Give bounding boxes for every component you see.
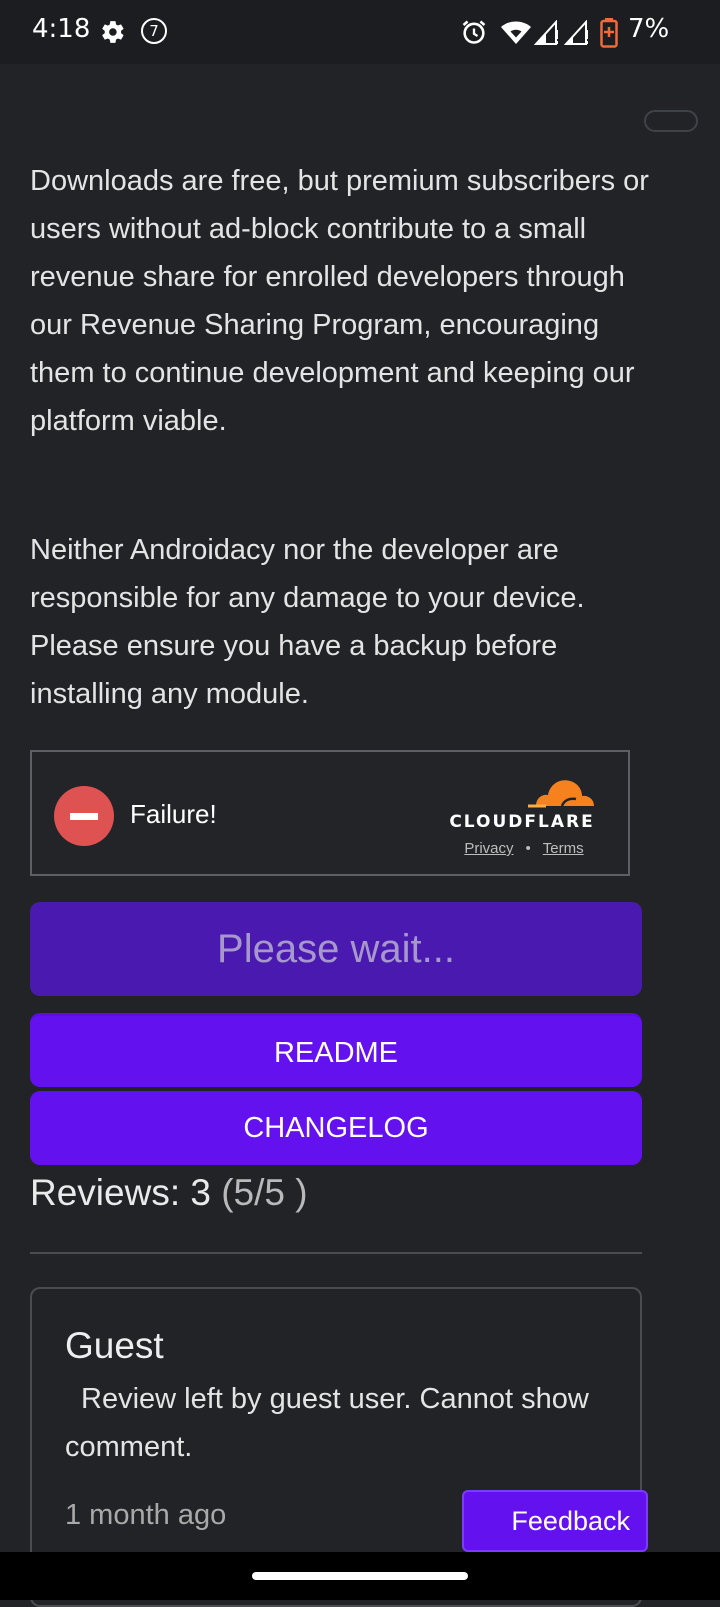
divider bbox=[30, 1252, 642, 1254]
home-gesture-handle[interactable] bbox=[252, 1572, 468, 1580]
status-bar: 4:18 7 7% bbox=[0, 0, 720, 64]
navigation-bar bbox=[0, 1552, 720, 1600]
review-author: Guest bbox=[65, 1325, 164, 1366]
captcha-links: Privacy • Terms bbox=[444, 840, 604, 857]
signal-icon bbox=[534, 20, 558, 45]
review-text: Review left by guest user. Cannot show c… bbox=[65, 1383, 589, 1463]
disclaimer-paragraph: Neither Androidacy nor the developer are… bbox=[30, 534, 585, 710]
cloudflare-wordmark: CLOUDFLARE bbox=[449, 812, 595, 832]
review-time: 1 month ago bbox=[65, 1499, 227, 1531]
reviews-score: (5/5 ) bbox=[221, 1172, 308, 1213]
battery-icon bbox=[600, 18, 618, 48]
status-time: 4:18 bbox=[32, 14, 91, 44]
readme-button[interactable]: README bbox=[30, 1013, 642, 1087]
revenue-share-paragraph: Downloads are free, but premium subscrib… bbox=[30, 165, 649, 437]
cloudflare-logo-icon bbox=[528, 780, 594, 808]
privacy-link[interactable]: Privacy bbox=[464, 840, 513, 857]
wifi-icon bbox=[501, 21, 531, 44]
gear-icon bbox=[102, 21, 124, 43]
signal-icon bbox=[564, 20, 588, 45]
feedback-button[interactable]: Feedback bbox=[462, 1490, 648, 1552]
terms-link[interactable]: Terms bbox=[543, 840, 584, 857]
link-separator: • bbox=[525, 840, 531, 857]
reviews-count: Reviews: 3 bbox=[30, 1172, 211, 1213]
alarm-icon bbox=[462, 20, 486, 44]
scroll-indicator bbox=[644, 110, 698, 132]
captcha-status: Failure! bbox=[130, 799, 217, 829]
battery-percent: 7% bbox=[628, 14, 670, 44]
failure-icon bbox=[54, 786, 114, 846]
cloudflare-captcha-widget[interactable]: Failure! CLOUDFLARE Privacy • Terms bbox=[30, 750, 630, 876]
changelog-button[interactable]: CHANGELOG bbox=[30, 1091, 642, 1165]
notification-count-badge: 7 bbox=[141, 18, 167, 44]
download-wait-button[interactable]: Please wait... bbox=[30, 902, 642, 996]
reviews-heading: Reviews: 3 (5/5 ) bbox=[30, 1172, 308, 1214]
